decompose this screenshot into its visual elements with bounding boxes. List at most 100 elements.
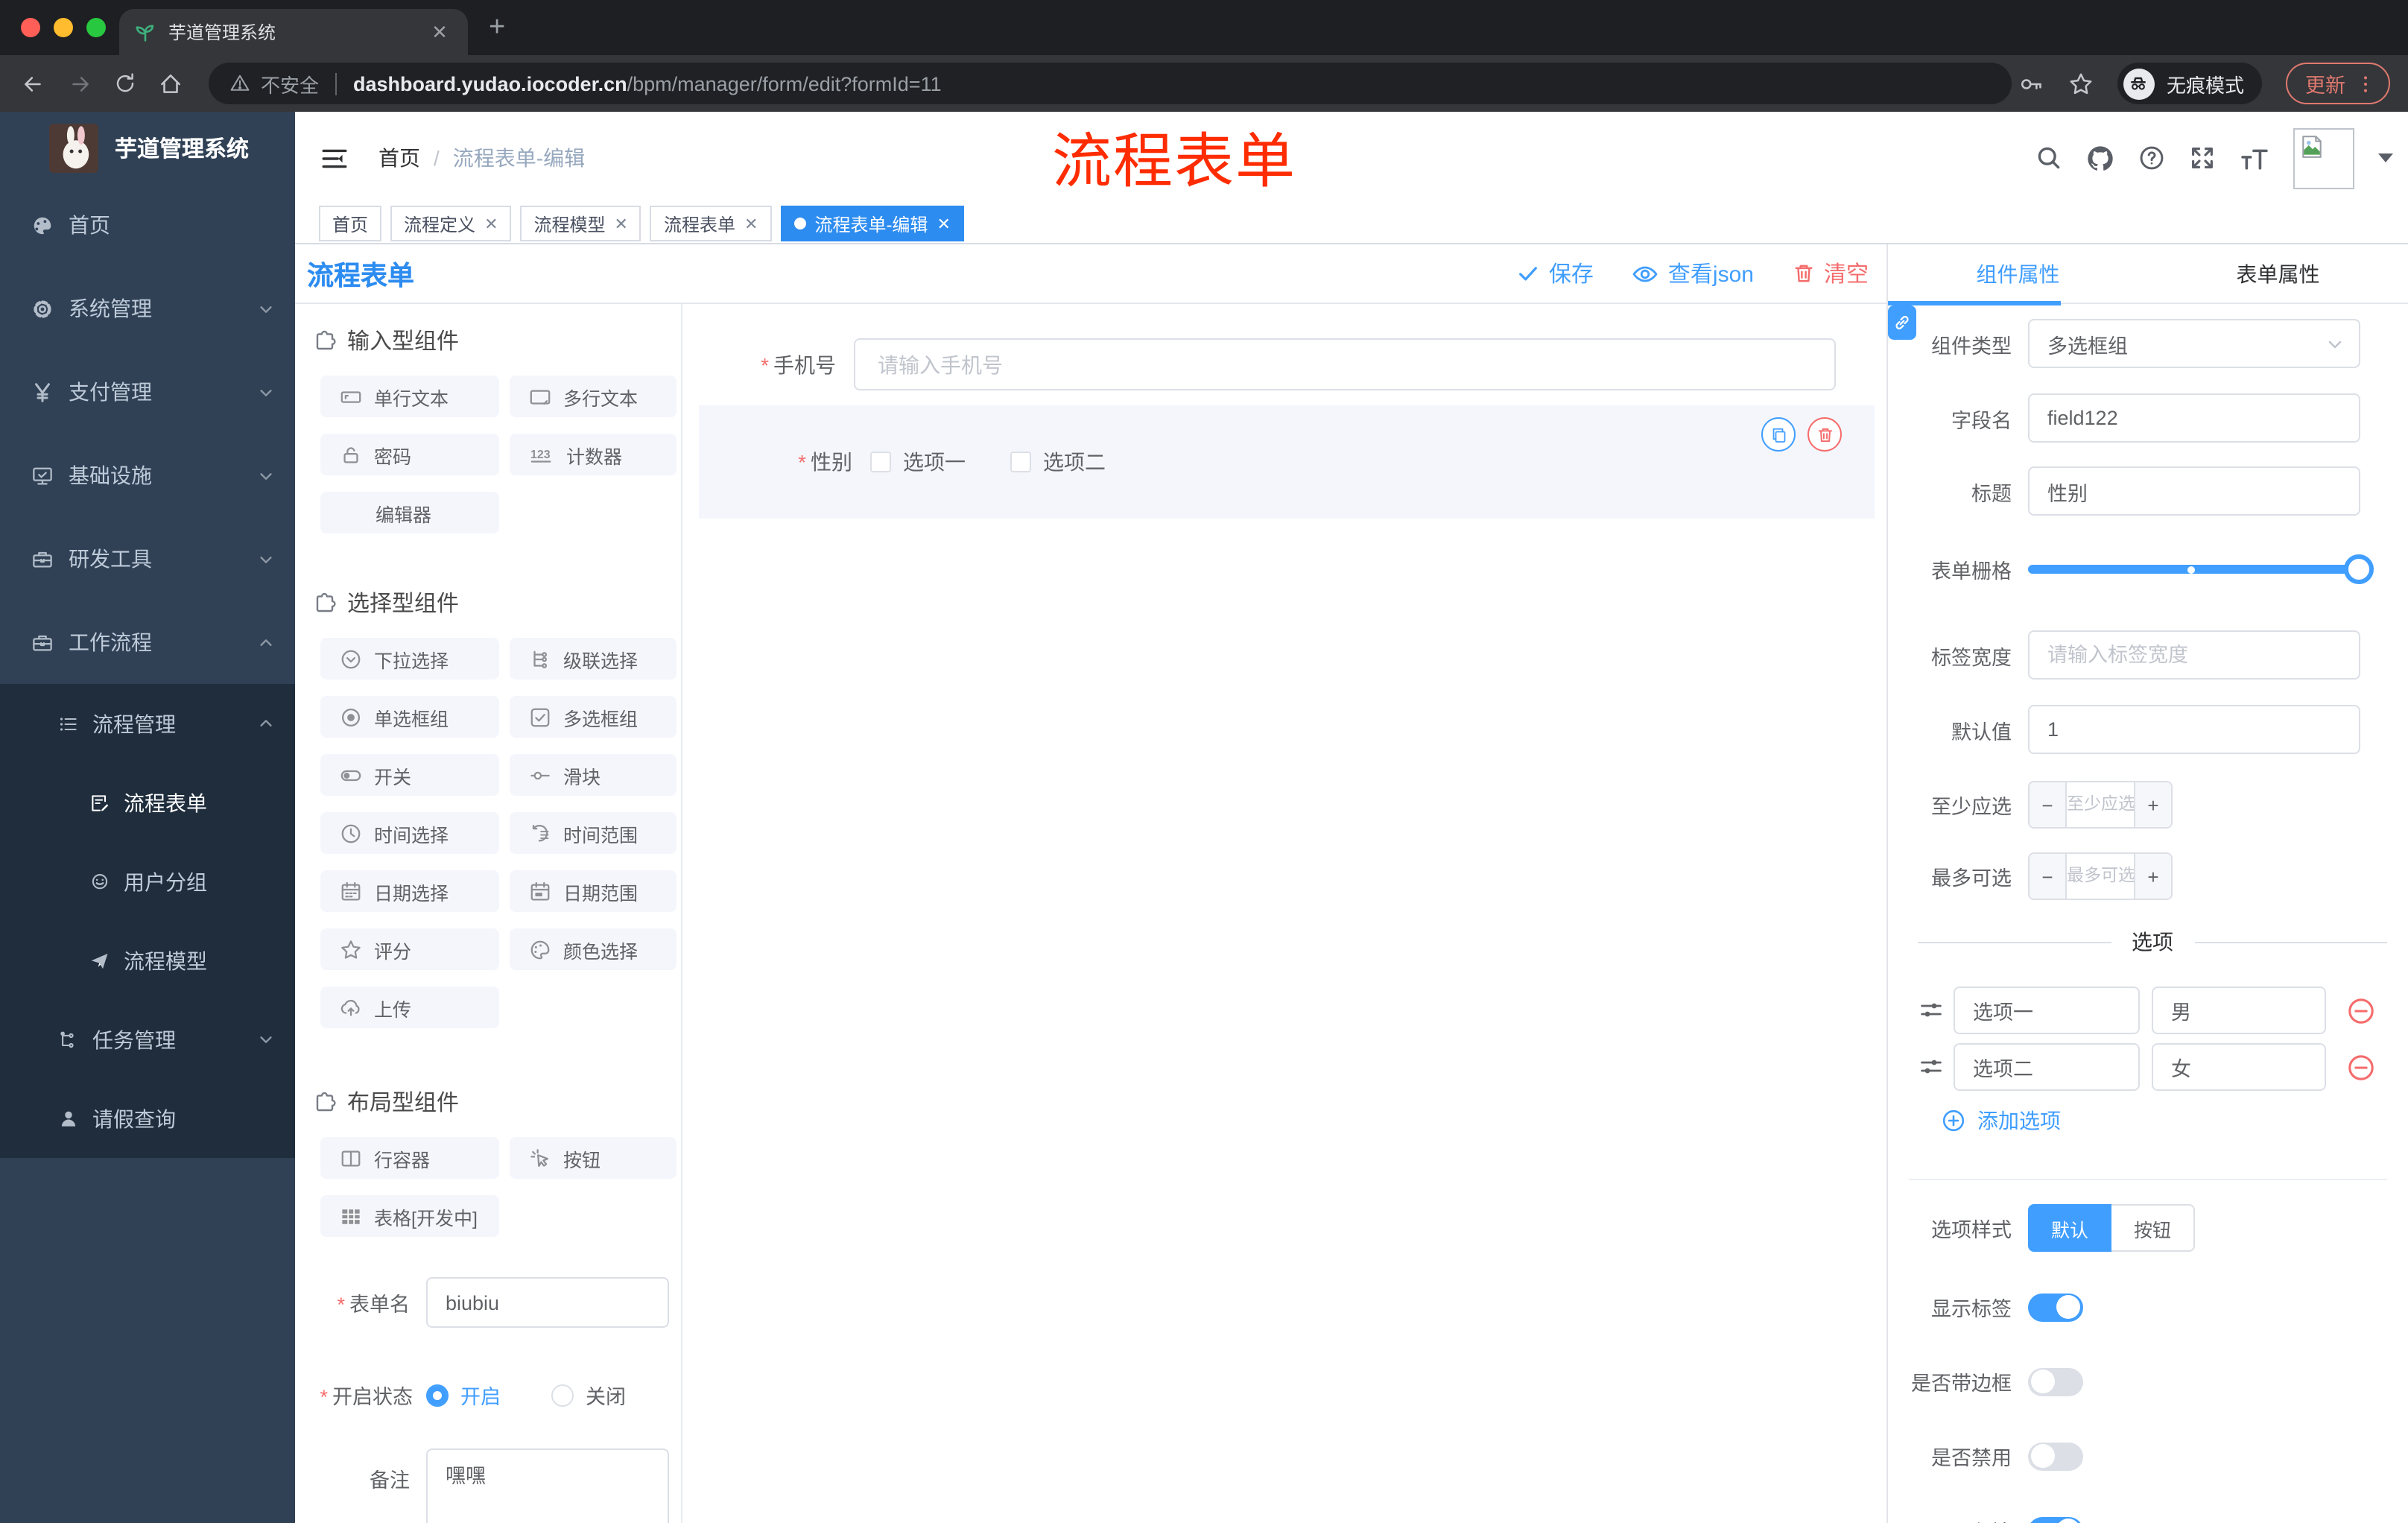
tag-close-icon[interactable]: ✕ <box>615 214 628 233</box>
show-label-toggle[interactable] <box>2028 1293 2083 1321</box>
required-toggle[interactable] <box>2028 1516 2083 1523</box>
view-json-button[interactable]: 查看json <box>1632 258 1754 289</box>
palette-item-counter[interactable]: 计数器 <box>510 434 677 475</box>
update-chip[interactable]: 更新 <box>2286 63 2390 104</box>
palette-item-date-range[interactable]: 日期范围 <box>510 870 677 912</box>
option-value-input[interactable] <box>2152 987 2326 1034</box>
tag-close-icon[interactable]: ✕ <box>484 214 498 233</box>
style-button-button[interactable]: 按钮 <box>2111 1204 2195 1252</box>
palette-item-rate[interactable]: 评分 <box>320 928 499 970</box>
tag-process-form[interactable]: 流程表单 ✕ <box>650 206 772 241</box>
palette-item-button[interactable]: 按钮 <box>510 1137 677 1179</box>
canvas-field-gender-selected[interactable]: 性别 选项一 选项二 <box>699 405 1875 519</box>
close-window-button[interactable] <box>21 18 40 37</box>
remove-option-icon[interactable] <box>2347 996 2375 1025</box>
delete-component-button[interactable] <box>1807 417 1842 452</box>
sidebar-item-process-form[interactable]: 流程表单 <box>0 763 295 842</box>
avatar-caret-icon[interactable] <box>2378 153 2393 162</box>
sidebar-item-process-model[interactable]: 流程模型 <box>0 921 295 1000</box>
help-icon[interactable] <box>2138 145 2165 171</box>
status-on-radio[interactable]: 开启 <box>426 1380 501 1410</box>
increment-button[interactable]: + <box>2135 854 2171 899</box>
maximize-window-button[interactable] <box>86 18 106 37</box>
gender-option2-checkbox[interactable]: 选项二 <box>1010 447 1106 477</box>
avatar[interactable] <box>2293 127 2354 189</box>
tag-process-definition[interactable]: 流程定义 ✕ <box>390 206 512 241</box>
sidebar-item-infra[interactable]: 基础设施 <box>0 434 295 517</box>
browser-tab[interactable]: 芋道管理系统 ✕ <box>119 9 468 55</box>
sidebar-item-process-mgmt[interactable]: 流程管理 <box>0 684 295 763</box>
reload-icon[interactable] <box>113 72 137 95</box>
search-icon[interactable] <box>2035 145 2062 171</box>
palette-item-multi-text[interactable]: 多行文本 <box>510 376 677 417</box>
tag-close-icon[interactable]: ✕ <box>744 214 758 233</box>
canvas-field-phone[interactable]: 手机号 <box>682 338 1886 390</box>
style-default-button[interactable]: 默认 <box>2028 1204 2111 1252</box>
palette-item-switch[interactable]: 开关 <box>320 754 499 796</box>
palette-item-row-container[interactable]: 行容器 <box>320 1137 499 1179</box>
field-name-input[interactable] <box>2028 393 2360 443</box>
add-option-button[interactable]: 添加选项 <box>1942 1106 2408 1136</box>
palette-item-single-text[interactable]: 单行文本 <box>320 376 499 417</box>
sidebar-item-user-group[interactable]: 用户分组 <box>0 842 295 921</box>
tag-close-icon[interactable]: ✕ <box>937 214 950 233</box>
home-icon[interactable] <box>158 71 183 96</box>
increment-button[interactable]: + <box>2135 782 2171 827</box>
sidebar-item-home[interactable]: 首页 <box>0 183 295 267</box>
drag-handle-icon[interactable] <box>1919 998 1943 1022</box>
component-type-select[interactable]: 多选框组 <box>2028 319 2360 368</box>
form-remark-textarea[interactable]: 嘿嘿 <box>426 1448 669 1523</box>
browser-menu-icon[interactable] <box>2354 72 2377 95</box>
sidebar-item-system[interactable]: 系统管理 <box>0 267 295 350</box>
palette-item-color-picker[interactable]: 颜色选择 <box>510 928 677 970</box>
palette-item-time-picker[interactable]: 时间选择 <box>320 812 499 854</box>
slider-handle[interactable] <box>2344 554 2374 584</box>
gender-option1-checkbox[interactable]: 选项一 <box>870 447 966 477</box>
min-select-input[interactable] <box>2065 782 2135 827</box>
palette-item-date-picker[interactable]: 日期选择 <box>320 870 499 912</box>
remove-option-icon[interactable] <box>2347 1053 2375 1081</box>
duplicate-component-button[interactable] <box>1761 417 1796 452</box>
disabled-toggle[interactable] <box>2028 1442 2083 1470</box>
sidebar-item-leave-query[interactable]: 请假查询 <box>0 1079 295 1158</box>
collapse-sidebar-icon[interactable] <box>320 145 349 171</box>
palette-item-radio-group[interactable]: 单选框组 <box>320 696 499 738</box>
tag-process-model[interactable]: 流程模型 ✕ <box>520 206 641 241</box>
fullscreen-icon[interactable] <box>2189 145 2216 171</box>
form-name-input[interactable] <box>426 1277 669 1328</box>
option-label-input[interactable] <box>1954 1043 2140 1091</box>
tab-form-props[interactable]: 表单属性 <box>2148 244 2408 303</box>
status-off-radio[interactable]: 关闭 <box>551 1380 626 1410</box>
palette-item-select[interactable]: 下拉选择 <box>320 638 499 680</box>
tag-home[interactable]: 首页 <box>319 206 382 241</box>
new-tab-button[interactable]: + <box>489 12 505 45</box>
back-icon[interactable] <box>21 71 46 96</box>
sidebar-item-payment[interactable]: 支付管理 <box>0 350 295 434</box>
password-key-icon[interactable] <box>2019 71 2044 96</box>
border-toggle[interactable] <box>2028 1367 2083 1396</box>
breadcrumb-home[interactable]: 首页 <box>378 146 420 170</box>
title-input[interactable] <box>2028 466 2360 516</box>
save-button[interactable]: 保存 <box>1518 258 1594 289</box>
palette-item-checkbox-group[interactable]: 多选框组 <box>510 696 677 738</box>
option-value-input[interactable] <box>2152 1043 2326 1091</box>
url-bar[interactable]: 不安全 dashboard.yudao.iocoder.cn/bpm/manag… <box>209 63 2012 104</box>
tab-component-props[interactable]: 组件属性 <box>1888 244 2148 303</box>
minimize-window-button[interactable] <box>54 18 73 37</box>
clear-button[interactable]: 清空 <box>1793 258 1869 289</box>
sidebar-item-workflow[interactable]: 工作流程 <box>0 601 295 684</box>
max-select-input[interactable] <box>2065 854 2135 899</box>
palette-item-cascader[interactable]: 级联选择 <box>510 638 677 680</box>
decrement-button[interactable]: − <box>2030 854 2065 899</box>
label-width-input[interactable] <box>2028 630 2360 680</box>
decrement-button[interactable]: − <box>2030 782 2065 827</box>
palette-item-time-range[interactable]: 时间范围 <box>510 812 677 854</box>
option-label-input[interactable] <box>1954 987 2140 1034</box>
sidebar-item-devtools[interactable]: 研发工具 <box>0 517 295 601</box>
tab-close-icon[interactable]: ✕ <box>426 20 453 44</box>
palette-item-table[interactable]: 表格[开发中] <box>320 1195 499 1237</box>
sidebar-item-task-mgmt[interactable]: 任务管理 <box>0 1000 295 1079</box>
form-grid-slider[interactable] <box>2028 554 2374 584</box>
link-tag[interactable] <box>1888 305 1916 340</box>
palette-item-password[interactable]: 密码 <box>320 434 499 475</box>
